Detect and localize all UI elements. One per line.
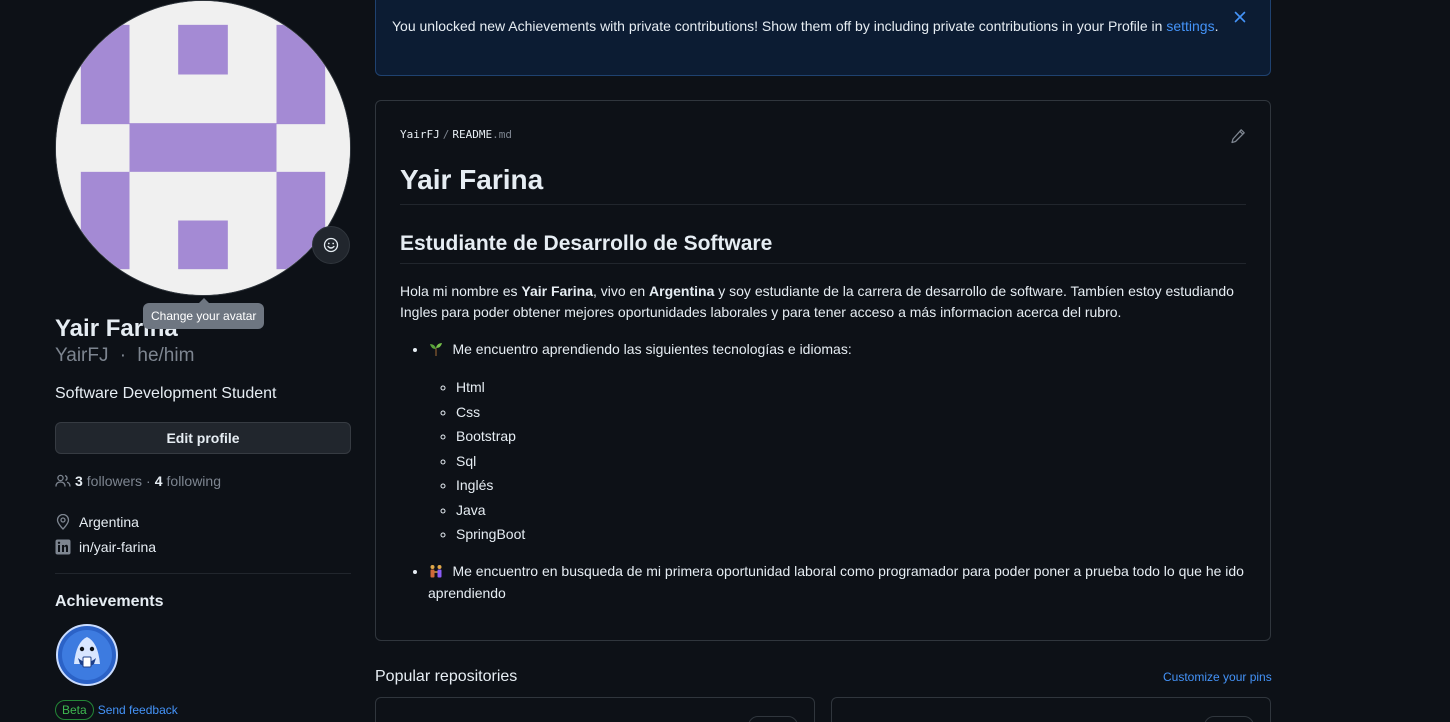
sidebar-divider <box>55 573 351 574</box>
location-text: Argentina <box>79 514 139 530</box>
readme-file[interactable]: README <box>452 128 492 141</box>
followers-label: followers <box>86 473 143 489</box>
readme-title: Yair Farina <box>400 161 1246 205</box>
close-icon[interactable] <box>1232 9 1248 25</box>
username-row: YairFJ · he/him <box>55 344 194 368</box>
followers-count: 3 <box>75 473 83 489</box>
flash-message: You unlocked new Achievements with priva… <box>392 18 1163 34</box>
readme-subtitle: Estudiante de Desarrollo de Software <box>400 229 1246 264</box>
readme-intro: Hola mi nombre es Yair Farina, vivo en A… <box>400 281 1246 323</box>
follow-separator: · <box>146 473 151 489</box>
change-avatar-tooltip: Change your avatar <box>143 298 265 329</box>
popular-repos-heading: Popular repositories <box>375 668 518 685</box>
readme-ext: .md <box>492 128 512 141</box>
bullet-2-text: Me encuentro en busqueda de mi primera o… <box>428 563 1244 601</box>
bullet-1-text: Me encuentro aprendiendo las siguientes … <box>452 341 852 357</box>
set-status-button[interactable] <box>312 226 350 264</box>
profile-username: YairFJ <box>55 345 109 366</box>
following-link[interactable]: 4 following <box>155 473 221 489</box>
tech-list: Html Css Bootstrap Sql Inglés Java SpringBoot <box>428 377 1246 545</box>
intro-text-1: Hola mi nombre es <box>400 283 522 299</box>
profile-readme: YairFJ / README.md Yair Farina Estudiante … <box>375 100 1271 641</box>
tech-list-item: Inglés <box>456 475 1246 496</box>
following-count: 4 <box>154 473 163 489</box>
avatar-container <box>55 0 351 296</box>
linkedin-icon <box>55 539 71 555</box>
smiley-icon <box>323 237 339 253</box>
following-label: following <box>166 473 221 489</box>
tech-list-item: Bootstrap <box>456 426 1246 447</box>
readme-content: Yair Farina Estudiante de Desarrollo de … <box>400 161 1246 604</box>
tech-list-item: Sql <box>456 451 1246 472</box>
beta-feedback-row: Beta Send feedback <box>55 700 178 720</box>
intro-bold-country: Argentina <box>649 283 715 299</box>
profile-bio: Software Development Student <box>55 385 277 402</box>
visibility-badge <box>1204 716 1254 722</box>
tech-list-item: Html <box>456 377 1246 398</box>
beta-label: Beta <box>55 700 94 720</box>
achievement-badge[interactable] <box>56 624 118 686</box>
linkedin-link[interactable]: in/yair-farina <box>79 539 156 555</box>
follow-stats: 3 followers · 4 following <box>55 472 221 490</box>
seedling-icon <box>428 342 448 358</box>
intro-bold-name: Yair Farina <box>521 283 593 299</box>
linkedin-item[interactable]: in/yair-farina <box>55 538 156 556</box>
readme-bullets: Me encuentro aprendiendo las siguientes … <box>400 339 1246 604</box>
send-feedback-link[interactable]: Send feedback <box>98 703 178 717</box>
readme-path-separator: / <box>442 128 450 141</box>
tech-list-item: Java <box>456 500 1246 521</box>
people-icon <box>55 474 71 487</box>
identicon-image <box>56 1 350 295</box>
location-item: Argentina <box>55 513 139 531</box>
repo-card[interactable] <box>375 697 815 722</box>
pencil-icon[interactable] <box>1230 128 1246 144</box>
location-icon <box>55 514 71 530</box>
settings-link[interactable]: settings <box>1166 18 1214 34</box>
tech-list-item: Css <box>456 402 1246 423</box>
list-item: Me encuentro aprendiendo las siguientes … <box>428 339 1246 545</box>
customize-pins-link[interactable]: Customize your pins <box>1163 670 1272 684</box>
people-holding-hands-icon <box>428 564 448 580</box>
readme-path: YairFJ / README.md <box>400 128 512 141</box>
readme-owner[interactable]: YairFJ <box>400 128 440 141</box>
list-item: Me encuentro en busqueda de mi primera o… <box>428 561 1246 604</box>
achievements-heading: Achievements <box>55 593 164 610</box>
flash-end: . <box>1214 18 1219 34</box>
avatar[interactable] <box>55 0 351 296</box>
followers-link[interactable]: 3 followers <box>75 473 142 489</box>
achievements-flash-banner: You unlocked new Achievements with priva… <box>375 0 1271 76</box>
tech-list-item: SpringBoot <box>456 524 1246 545</box>
repo-card[interactable] <box>831 697 1271 722</box>
visibility-badge <box>748 716 798 722</box>
edit-profile-button[interactable]: Edit profile <box>55 422 351 454</box>
profile-pronouns: he/him <box>137 345 195 366</box>
pronouns-separator: · <box>119 345 127 366</box>
shark-badge-icon <box>56 624 118 686</box>
intro-text-2: , vivo en <box>592 283 650 299</box>
profile-page: Yair Farina Change your avatar YairFJ · … <box>0 0 1450 722</box>
